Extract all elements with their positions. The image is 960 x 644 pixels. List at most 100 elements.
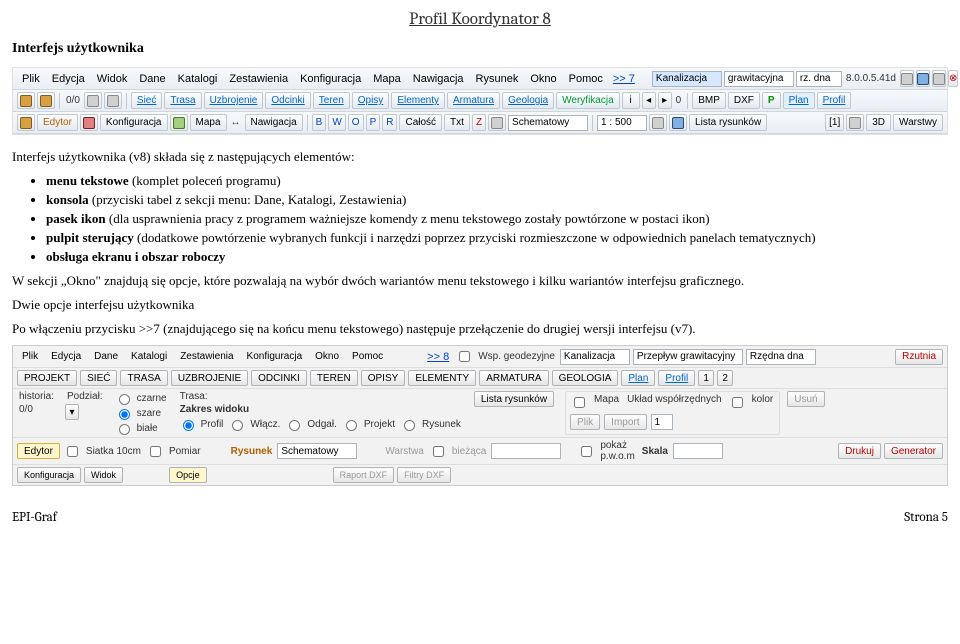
tab-button[interactable]: TEREN <box>310 370 358 386</box>
plik-button[interactable]: Plik <box>570 414 600 430</box>
rzutnia-button-v7[interactable]: Rzutnia <box>895 349 943 365</box>
info-icon[interactable]: i <box>622 92 640 109</box>
mapa-button[interactable]: Mapa <box>190 114 227 131</box>
menu-item[interactable]: Zestawienia <box>224 71 293 87</box>
menu-item[interactable]: Rysunek <box>471 71 524 87</box>
rzedna-input[interactable] <box>746 349 816 365</box>
scale-input[interactable] <box>597 115 647 131</box>
menu-item[interactable]: Konfiguracja <box>242 349 308 364</box>
odgal-radio[interactable] <box>289 420 300 431</box>
lista-rysunkow-button[interactable]: Lista rysunków <box>689 114 767 131</box>
siatka-checkbox[interactable] <box>67 446 78 457</box>
raport-dxf-button[interactable]: Raport DXF <box>333 467 395 483</box>
tile2-icon[interactable] <box>37 92 55 109</box>
one-button[interactable]: 1 <box>698 370 714 386</box>
elementy-button[interactable]: Elementy <box>391 92 445 109</box>
uzbrojenie-button[interactable]: Uzbrojenie <box>204 92 264 109</box>
save-icon[interactable] <box>669 114 687 131</box>
biale-radio[interactable] <box>119 424 130 435</box>
page2-icon[interactable] <box>104 92 122 109</box>
trasa-button[interactable]: Trasa <box>164 92 201 109</box>
layers-icon[interactable] <box>488 114 506 131</box>
warstwa-input[interactable] <box>491 443 561 459</box>
edytor-button-v7[interactable]: Edytor <box>17 443 60 459</box>
siec-button[interactable]: Sieć <box>131 92 162 109</box>
p2-button[interactable]: P <box>366 114 381 131</box>
import-index-input[interactable] <box>651 414 673 430</box>
plan-button[interactable]: Plan <box>783 92 815 109</box>
plan-button-v7[interactable]: Plan <box>621 370 655 386</box>
opisy-button[interactable]: Opisy <box>352 92 390 109</box>
edytor-button[interactable]: Edytor <box>37 114 78 131</box>
menu-item[interactable]: Dane <box>134 71 170 87</box>
menu-item[interactable]: Okno <box>310 349 344 364</box>
usun-button[interactable]: Usuń <box>787 391 824 407</box>
tab-button[interactable]: SIEĆ <box>80 370 117 386</box>
szare-radio[interactable] <box>119 409 130 420</box>
nawigacja-button[interactable]: Nawigacja <box>245 114 303 131</box>
profil-button-v7[interactable]: Profil <box>658 370 695 386</box>
tab-button[interactable]: ODCINKI <box>251 370 307 386</box>
pomiar-checkbox[interactable] <box>150 446 161 457</box>
switch-v7-link[interactable]: >> 7 <box>610 73 638 85</box>
switch-v8-link[interactable]: >> 8 <box>424 351 452 363</box>
menu-item[interactable]: Pomoc <box>347 349 388 364</box>
widok-tab[interactable]: Widok <box>84 467 123 483</box>
calosc-button[interactable]: Całość <box>399 114 442 131</box>
wsp-checkbox[interactable] <box>459 351 470 362</box>
w-button[interactable]: W <box>328 114 345 131</box>
scroll-right-button[interactable]: ▸ <box>658 92 672 109</box>
tab-button[interactable]: PROJEKT <box>17 370 77 386</box>
chart-icon[interactable] <box>900 70 914 87</box>
tab-button[interactable]: UZBROJENIE <box>171 370 248 386</box>
rysunek-radio[interactable] <box>404 420 415 431</box>
filtry-dxf-button[interactable]: Filtry DXF <box>397 467 451 483</box>
kanalizacja-input[interactable] <box>652 71 722 87</box>
pokaz-checkbox[interactable] <box>581 446 592 457</box>
page-icon[interactable] <box>84 92 102 109</box>
mapa-checkbox[interactable] <box>574 397 585 408</box>
menu-item[interactable]: Widok <box>92 71 133 87</box>
menu-item[interactable]: Dane <box>89 349 123 364</box>
grid-icon[interactable] <box>932 70 946 87</box>
menu-item[interactable]: Katalogi <box>126 349 172 364</box>
projekt-radio[interactable] <box>346 420 357 431</box>
kanalizacja-input-v7[interactable] <box>560 349 630 365</box>
generator-button[interactable]: Generator <box>884 443 943 459</box>
two-button[interactable]: 2 <box>717 370 733 386</box>
lista-rysunkow-button-v7[interactable]: Lista rysunków <box>474 391 554 407</box>
z-button[interactable]: Z <box>472 114 486 131</box>
wave-icon[interactable] <box>916 70 930 87</box>
geologia-button[interactable]: Geologia <box>502 92 554 109</box>
grawitacyjna-input[interactable] <box>724 71 794 87</box>
print-icon[interactable] <box>649 114 667 131</box>
close-icon[interactable]: ⊗ <box>948 70 958 87</box>
schematowy-input[interactable] <box>508 115 588 131</box>
odcinki-button[interactable]: Odcinki <box>265 92 310 109</box>
opcje-tab[interactable]: Opcje <box>169 467 207 483</box>
weryfikacja-button[interactable]: Weryfikacja <box>556 92 620 109</box>
txt-button[interactable]: Txt <box>444 114 470 131</box>
podzial-dropdown-icon[interactable]: ▾ <box>65 404 79 420</box>
r-button[interactable]: R <box>382 114 397 131</box>
konfiguracja-tab[interactable]: Konfiguracja <box>17 467 81 483</box>
menu-item[interactable]: Nawigacja <box>408 71 469 87</box>
dxf-button[interactable]: DXF <box>728 92 760 109</box>
tab-button[interactable]: GEOLOGIA <box>552 370 619 386</box>
konfiguracja-button[interactable]: Konfiguracja <box>100 114 168 131</box>
menu-item[interactable]: Katalogi <box>173 71 223 87</box>
tab-button[interactable]: OPISY <box>361 370 406 386</box>
bracket1-button[interactable]: [1] <box>825 114 844 131</box>
tab-button[interactable]: TRASA <box>120 370 167 386</box>
tab-button[interactable]: ARMATURA <box>479 370 548 386</box>
gear-icon[interactable] <box>80 114 98 131</box>
rzdna-input[interactable] <box>796 71 842 87</box>
menu-item[interactable]: Okno <box>525 71 561 87</box>
armatura-button[interactable]: Armatura <box>447 92 500 109</box>
profil-button[interactable]: Profil <box>817 92 852 109</box>
wlacz-radio[interactable] <box>232 420 243 431</box>
drukuj-button[interactable]: Drukuj <box>838 443 881 459</box>
menu-item[interactable]: Edycja <box>47 71 90 87</box>
menu-item[interactable]: Plik <box>17 349 43 364</box>
menu-item[interactable]: Zestawienia <box>175 349 238 364</box>
